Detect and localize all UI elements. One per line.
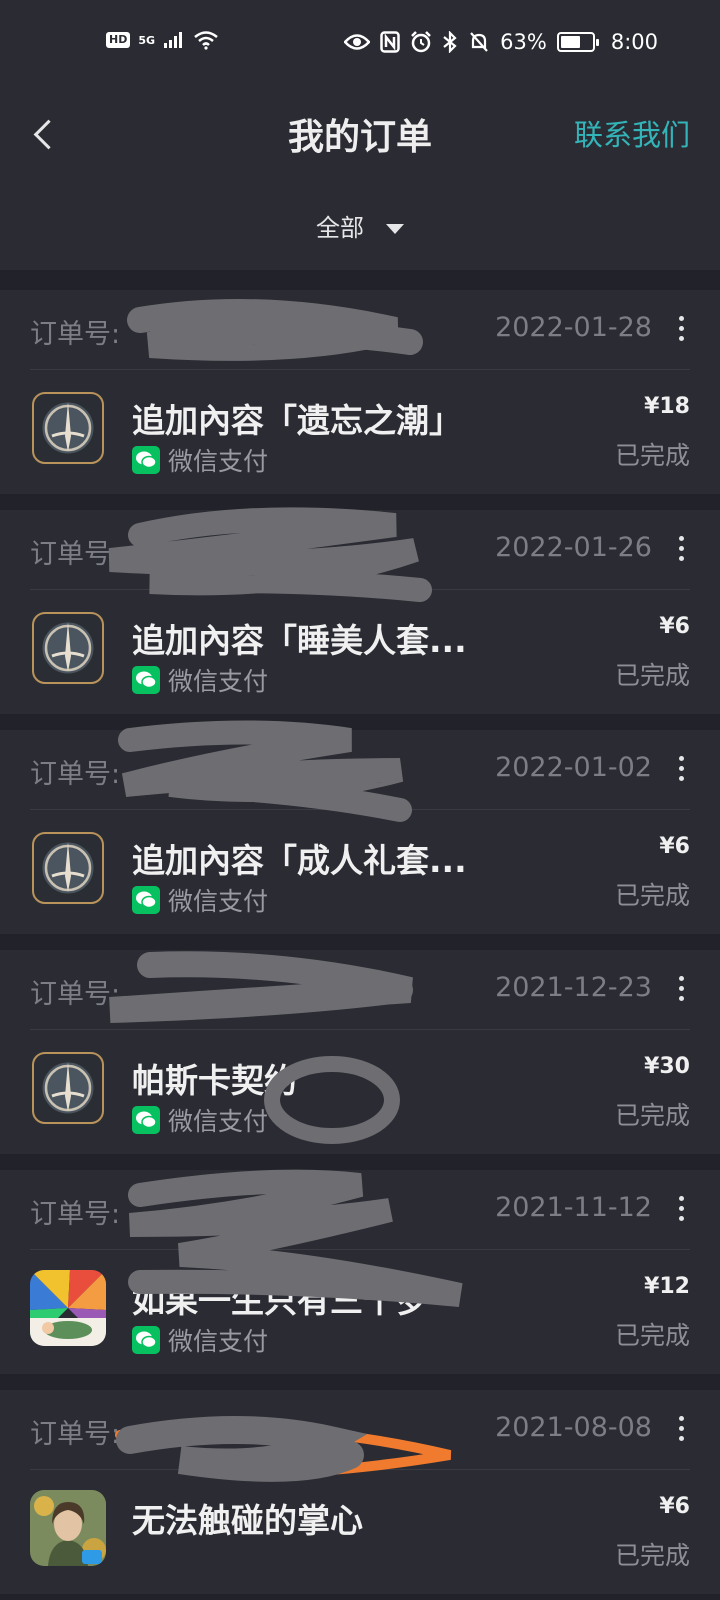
status-left: HD 5G	[106, 30, 219, 50]
order-date: 2022-01-28	[495, 312, 652, 343]
back-button[interactable]	[28, 110, 64, 160]
order-date: 2021-11-12	[495, 1192, 652, 1223]
order-status: 已完成	[614, 881, 690, 910]
order-number-label: 订单号:	[30, 539, 121, 570]
item-title: 帕斯卡契约	[132, 1061, 297, 1100]
payment-method: 微信支付	[132, 1102, 268, 1138]
order-status: 已完成	[614, 1321, 690, 1350]
payment-method: 微信支付	[132, 442, 268, 478]
order-card-1[interactable]: 订单号: 2022-01-28 追加內容「遗忘之潮」 微信支付 ¥18 已完成	[0, 290, 720, 494]
payment-label: 微信支付	[168, 447, 269, 476]
mute-bell-icon	[470, 32, 488, 52]
order-price: ¥18	[644, 394, 690, 419]
order-price: ¥30	[644, 1054, 690, 1079]
item-title: 追加內容「睡美人套...	[132, 621, 467, 660]
payment-label: 微信支付	[168, 887, 269, 916]
item-title: 追加內容「遗忘之潮」	[132, 401, 462, 440]
order-status: 已完成	[614, 1101, 690, 1130]
order-header-row: 订单号: 2021-12-23	[30, 950, 690, 1030]
eye-icon	[344, 34, 371, 50]
payment-label: 微信支付	[168, 1327, 269, 1356]
order-number-label: 订单号:	[30, 1199, 121, 1230]
more-options-icon[interactable]	[674, 974, 688, 1004]
bluetooth-icon	[443, 31, 457, 53]
order-card-4[interactable]: 订单号: 2021-12-23 帕斯卡契约 微信支付 ¥30 已完成	[0, 950, 720, 1154]
order-card-3[interactable]: 订单号: 2022-01-02 追加內容「成人礼套... 微信支付 ¥6 已完成	[0, 730, 720, 934]
order-number-label: 订单号:	[30, 1419, 121, 1450]
order-price: ¥12	[644, 1274, 690, 1299]
order-header-row: 订单号: 2021-11-12	[30, 1170, 690, 1250]
status-bar: HD 5G 63% 8:00	[0, 0, 720, 90]
battery-percent: 63%	[500, 30, 547, 54]
payment-label: 微信支付	[168, 1107, 269, 1136]
clock-time: 8:00	[610, 30, 658, 54]
more-options-icon[interactable]	[674, 1194, 688, 1224]
order-number-label: 订单号:	[30, 979, 121, 1010]
item-title: 无法触碰的掌心	[132, 1501, 363, 1540]
order-status: 已完成	[614, 1541, 690, 1570]
wechat-pay-icon	[132, 886, 160, 914]
order-header-row: 订单号: 2022-01-26	[30, 510, 690, 590]
more-options-icon[interactable]	[674, 754, 688, 784]
item-title: 追加內容「成人礼套...	[132, 841, 467, 880]
order-price: ¥6	[659, 614, 690, 639]
wechat-pay-icon	[132, 1326, 160, 1354]
order-date: 2022-01-26	[495, 532, 652, 563]
order-date: 2022-01-02	[495, 752, 652, 783]
order-header-row: 订单号: 2022-01-28	[30, 290, 690, 370]
dark-shield-game-icon	[30, 1050, 106, 1126]
order-date: 2021-12-23	[495, 972, 652, 1003]
battery-icon	[556, 32, 599, 52]
filter-dropdown[interactable]: 全部	[0, 208, 720, 243]
payment-label: 微信支付	[168, 667, 269, 696]
wechat-pay-icon	[132, 666, 160, 694]
order-card-5[interactable]: 订单号: 2021-11-12 如果一生只有三十岁 微信支付 ¥12 已完成	[0, 1170, 720, 1374]
battery-fill	[560, 36, 580, 48]
portrait-game-icon	[30, 1490, 106, 1566]
order-status: 已完成	[614, 661, 690, 690]
caret-down-icon	[386, 224, 404, 234]
order-card-2[interactable]: 订单号: 2022-01-26 追加內容「睡美人套... 微信支付 ¥6 已完成	[0, 510, 720, 714]
order-header-row: 订单号: 2022-01-02	[30, 730, 690, 810]
order-number-label: 订单号:	[30, 759, 121, 790]
order-card-6[interactable]: 订单号: 2021-08-08 无法触碰的掌心 ¥6 已完成	[0, 1390, 720, 1594]
hd-badge: HD	[106, 32, 131, 48]
more-options-icon[interactable]	[674, 314, 688, 344]
payment-method: 微信支付	[132, 662, 268, 698]
order-header-row: 订单号: 2021-08-08	[30, 1390, 690, 1470]
status-right: 63% 8:00	[344, 30, 658, 54]
dark-shield-game-icon	[30, 610, 106, 686]
nfc-icon	[380, 31, 400, 53]
more-options-icon[interactable]	[674, 1414, 688, 1444]
signal-icon	[164, 32, 183, 48]
order-price: ¥6	[659, 834, 690, 859]
order-price: ¥6	[659, 1494, 690, 1519]
more-options-icon[interactable]	[674, 534, 688, 564]
wechat-pay-icon	[132, 1106, 160, 1134]
filter-label: 全部	[316, 214, 364, 242]
payment-method: 微信支付	[132, 1322, 268, 1358]
item-title: 如果一生只有三十岁	[132, 1281, 429, 1320]
header: 我的订单 联系我们 全部	[0, 90, 720, 270]
dark-shield-game-icon	[30, 830, 106, 906]
dark-shield-game-icon	[30, 390, 106, 466]
order-number-label: 订单号:	[30, 319, 121, 350]
colorful-game-icon	[30, 1270, 106, 1346]
wechat-pay-icon	[132, 446, 160, 474]
order-status: 已完成	[614, 441, 690, 470]
order-date: 2021-08-08	[495, 1412, 652, 1443]
contact-us-link[interactable]: 联系我们	[574, 112, 690, 154]
payment-method: 微信支付	[132, 882, 268, 918]
alarm-icon	[411, 31, 432, 53]
wifi-icon	[194, 31, 218, 50]
network-5g-label: 5G	[138, 33, 156, 47]
